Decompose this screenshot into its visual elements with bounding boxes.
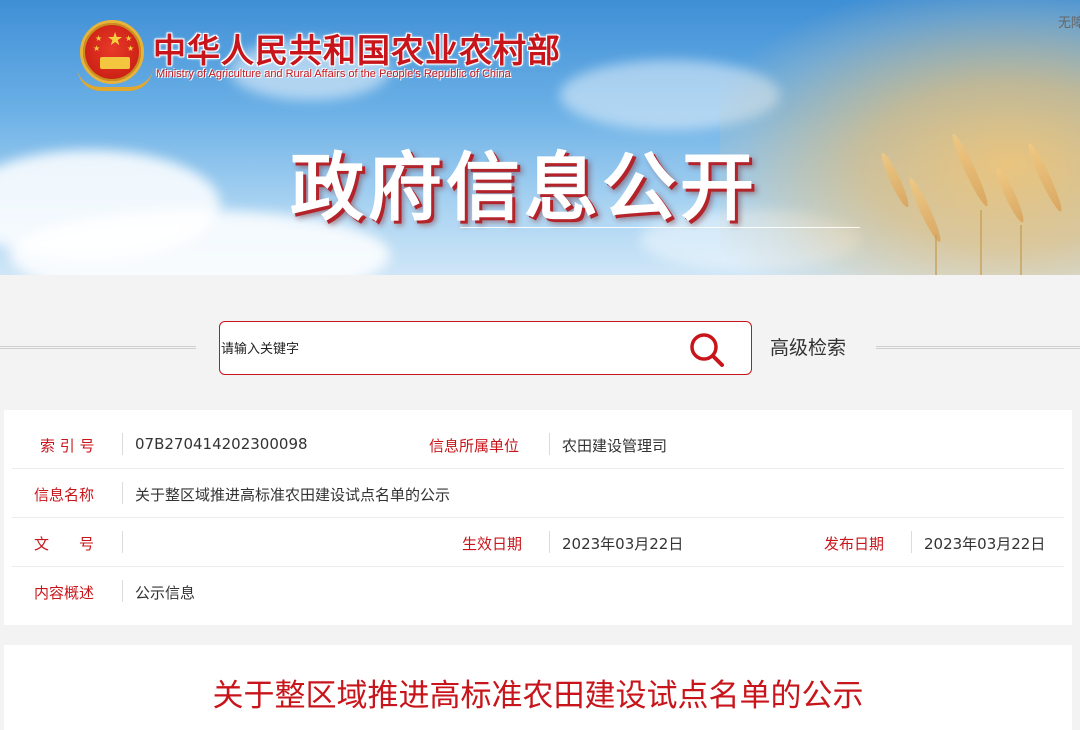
search-icon[interactable]	[686, 330, 726, 370]
column-divider	[549, 531, 550, 553]
effective-date-label: 生效日期	[462, 535, 523, 553]
column-divider	[911, 531, 912, 553]
unit-value: 农田建设管理司	[562, 437, 668, 455]
effective-date-value: 2023年03月22日	[562, 535, 684, 553]
column-divider	[122, 482, 123, 504]
banner-divider	[460, 227, 860, 228]
summary-value: 公示信息	[135, 584, 196, 602]
publish-date-value: 2023年03月22日	[924, 535, 1046, 553]
article-container: 关于整区域推进高标准农田建设试点名单的公示	[4, 645, 1072, 730]
ministry-name-cn[interactable]: 中华人民共和国农业农村部	[153, 24, 561, 72]
column-divider	[549, 433, 550, 455]
publish-date-label: 发布日期	[824, 535, 885, 553]
info-row-name: 信息名称 关于整区域推进高标准农田建设试点名单的公示	[12, 469, 1064, 518]
unit-label: 信息所属单位	[429, 437, 520, 455]
search-bar: 高级检索	[0, 320, 1080, 376]
name-value: 关于整区域推进高标准农田建设试点名单的公示	[135, 486, 451, 504]
info-row-doc: 文 号 生效日期 2023年03月22日 发布日期 2023年03月22日	[12, 518, 1064, 567]
article-title: 关于整区域推进高标准农田建设试点名单的公示	[212, 678, 864, 714]
summary-label: 内容概述	[34, 584, 95, 602]
banner-title: 政府信息公开	[290, 145, 758, 231]
doc-number-label: 文 号	[34, 535, 95, 553]
wheat-field-image	[720, 0, 1080, 275]
advanced-search-link[interactable]: 高级检索	[770, 333, 846, 360]
info-metadata-table: 索 引 号 07B270414202300098 信息所属单位 农田建设管理司 …	[4, 410, 1072, 625]
column-divider	[122, 580, 123, 602]
info-row-index: 索 引 号 07B270414202300098 信息所属单位 农田建设管理司	[12, 420, 1064, 469]
decorative-divider	[876, 346, 1080, 349]
column-divider	[122, 531, 123, 553]
search-input[interactable]	[221, 336, 661, 362]
ministry-name-en[interactable]: Ministry of Agriculture and Rural Affair…	[156, 68, 511, 80]
name-label: 信息名称	[34, 486, 95, 504]
header-banner: ★ ★ ★ ★ ★ 中华人民共和国农业农村部 Ministry of Agric…	[0, 0, 1080, 275]
index-value: 07B270414202300098	[135, 435, 308, 453]
accessibility-link[interactable]: 无障	[1058, 12, 1080, 31]
decorative-divider	[0, 346, 196, 349]
index-label: 索 引 号	[40, 437, 95, 455]
national-emblem-icon: ★ ★ ★ ★ ★	[77, 20, 153, 91]
info-row-summary: 内容概述 公示信息	[12, 567, 1064, 616]
column-divider	[122, 433, 123, 455]
search-box	[219, 321, 752, 375]
